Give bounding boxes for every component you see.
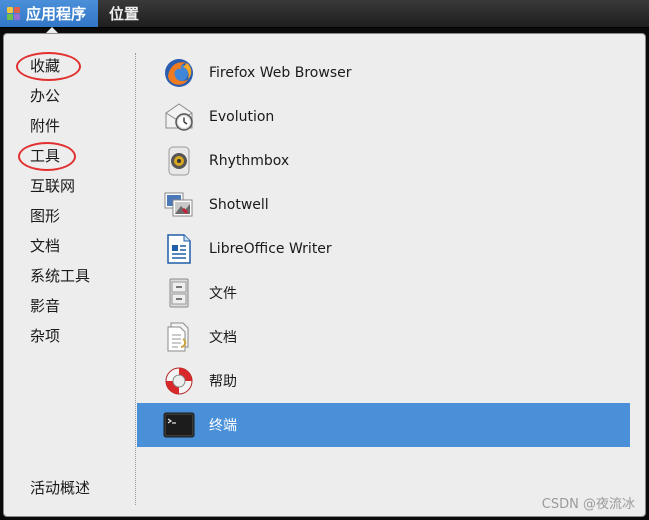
app-label: 帮助 xyxy=(209,374,237,390)
app-label: Evolution xyxy=(209,109,275,125)
places-menu-label: 位置 xyxy=(108,5,139,23)
top-panel: 应用程序 位置 xyxy=(0,0,649,28)
app-label: Shotwell xyxy=(209,197,269,213)
category-documents[interactable]: 文档 xyxy=(30,234,60,258)
app-evolution[interactable]: Evolution xyxy=(137,95,630,139)
terminal-icon xyxy=(163,412,195,438)
firefox-icon xyxy=(165,59,193,87)
documents-icon xyxy=(167,322,189,352)
watermark: CSDN @夜流冰 xyxy=(541,497,635,512)
category-office[interactable]: 办公 xyxy=(30,84,60,108)
applications-menu-icon xyxy=(7,7,20,20)
app-label: 终端 xyxy=(209,418,237,434)
places-menu-button[interactable]: 位置 xyxy=(98,0,150,27)
category-sundry[interactable]: 杂项 xyxy=(30,324,60,348)
app-label: Firefox Web Browser xyxy=(209,65,352,81)
category-accessories[interactable]: 附件 xyxy=(30,114,60,138)
shotwell-icon xyxy=(164,192,193,217)
app-label: LibreOffice Writer xyxy=(209,241,332,257)
app-help[interactable]: 帮助 xyxy=(137,359,630,403)
rhythmbox-icon xyxy=(168,146,190,176)
category-favorites[interactable]: 收藏 xyxy=(30,54,60,78)
category-system-tools[interactable]: 系统工具 xyxy=(30,264,90,288)
activities-overview-link[interactable]: 活动概述 xyxy=(30,476,90,500)
app-terminal[interactable]: 终端 xyxy=(137,403,630,447)
category-graphics[interactable]: 图形 xyxy=(30,204,60,228)
file-cabinet-icon xyxy=(169,278,189,308)
app-libreoffice-writer[interactable]: LibreOffice Writer xyxy=(137,227,630,271)
app-files[interactable]: 文件 xyxy=(137,271,630,315)
category-utilities[interactable]: 工具 xyxy=(30,144,60,168)
app-label: Rhythmbox xyxy=(209,153,290,169)
help-lifebuoy-icon xyxy=(165,367,193,395)
evolution-icon xyxy=(165,103,193,131)
app-firefox[interactable]: Firefox Web Browser xyxy=(137,51,630,95)
category-internet[interactable]: 互联网 xyxy=(30,174,75,198)
app-label: 文件 xyxy=(209,286,237,302)
applications-menu-label: 应用程序 xyxy=(26,5,87,23)
menu-column-divider xyxy=(135,53,136,505)
libreoffice-writer-icon xyxy=(167,234,191,264)
app-label: 文档 xyxy=(209,330,237,346)
app-documents[interactable]: 文档 xyxy=(137,315,630,359)
app-shotwell[interactable]: Shotwell xyxy=(137,183,630,227)
applications-menu-button[interactable]: 应用程序 xyxy=(0,0,98,27)
category-sound-video[interactable]: 影音 xyxy=(30,294,60,318)
app-rhythmbox[interactable]: Rhythmbox xyxy=(137,139,630,183)
